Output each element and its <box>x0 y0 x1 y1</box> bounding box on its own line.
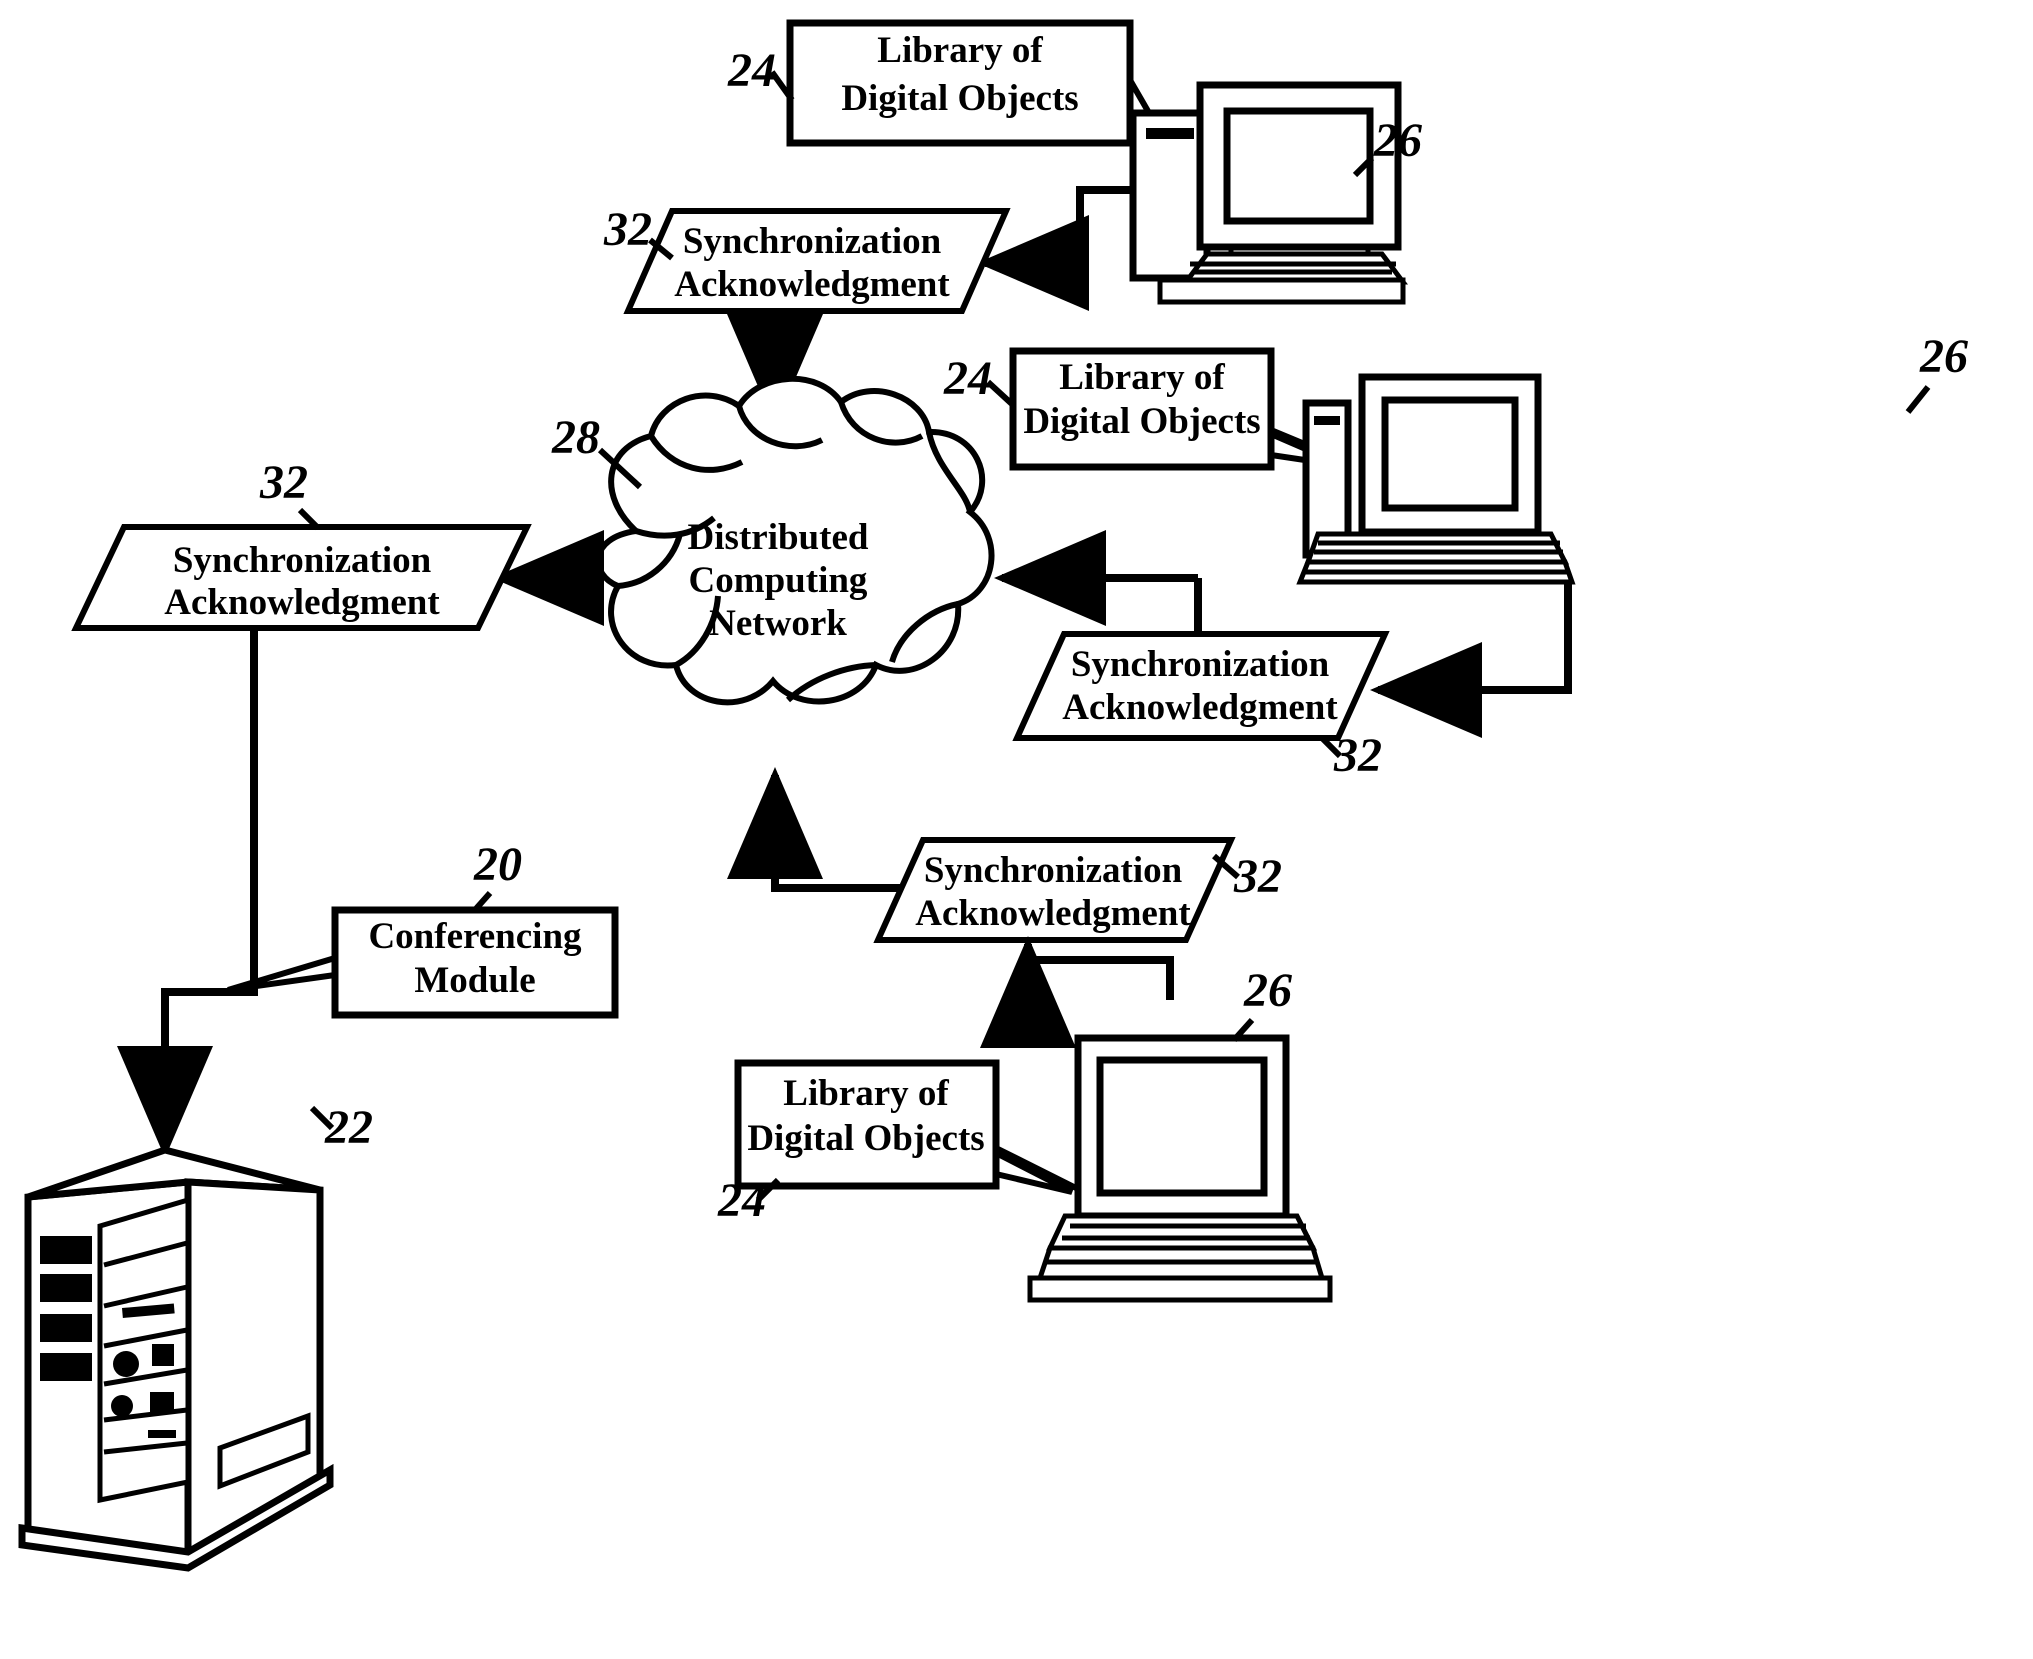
sync-right-line2: Acknowledgment <box>1062 687 1338 728</box>
library-box-bottom-line2: Digital Objects <box>747 1118 984 1159</box>
library-box-bottom: Library of Digital Objects <box>734 1059 1078 1195</box>
link-sync-bottom-to-cloud <box>727 767 900 892</box>
library-box-right-line2: Digital Objects <box>1023 401 1260 442</box>
ref-22-server: 22 <box>309 1101 373 1154</box>
library-box-right: Library of Digital Objects <box>1009 347 1350 471</box>
ref-32-left: 32 <box>259 456 321 531</box>
conferencing-module-line1: Conferencing <box>368 916 582 957</box>
sync-right-line1: Synchronization <box>1071 644 1330 685</box>
svg-text:32: 32 <box>603 203 652 256</box>
ref-26-bottom: 26 <box>1231 964 1292 1043</box>
svg-text:24: 24 <box>727 44 776 97</box>
ref-24-top: 24 <box>727 44 795 102</box>
cloud-label-line3: Network <box>709 603 847 644</box>
svg-text:28: 28 <box>551 411 600 464</box>
conferencing-module-box: Conferencing Module <box>227 906 619 1019</box>
svg-text:20: 20 <box>473 838 522 891</box>
laptop-computer-bottom <box>1027 1034 1333 1303</box>
cloud-label-line2: Computing <box>689 560 868 601</box>
svg-text:32: 32 <box>259 456 308 509</box>
sync-right: Synchronization Acknowledgment <box>1012 631 1390 741</box>
sync-top: Synchronization Acknowledgment <box>623 208 1011 314</box>
svg-text:32: 32 <box>1233 850 1282 903</box>
desktop-computer-top <box>1129 81 1408 305</box>
server-tower <box>18 1146 334 1572</box>
cloud-distributed-network: Distributed Computing Network <box>595 375 995 706</box>
library-box-top-line2: Digital Objects <box>841 78 1078 119</box>
ref-20-module: 20 <box>471 838 522 913</box>
conferencing-module-line2: Module <box>414 960 535 1001</box>
sync-left-line1: Synchronization <box>173 540 432 581</box>
cloud-label-line1: Distributed <box>688 517 869 558</box>
svg-text:26: 26 <box>1373 114 1422 167</box>
patent-figure: Library of Digital Objects 24 26 Synchro… <box>0 0 2033 1659</box>
svg-text:26: 26 <box>1243 964 1292 1017</box>
link-laptop-right-to-sync-right <box>1370 582 1572 738</box>
library-box-bottom-line1: Library of <box>783 1073 949 1114</box>
ref-26-right: 26 <box>1905 330 1968 414</box>
sync-top-line1: Synchronization <box>683 221 942 262</box>
sync-top-line2: Acknowledgment <box>674 264 950 305</box>
sync-bottom-line2: Acknowledgment <box>915 893 1191 934</box>
link-desktop-top-to-sync-top <box>977 186 1133 311</box>
library-box-top: Library of Digital Objects <box>786 19 1183 163</box>
link-sync-left-to-server <box>117 628 258 1158</box>
laptop-computer-right <box>1296 373 1576 585</box>
svg-text:26: 26 <box>1919 330 1968 383</box>
sync-bottom: Synchronization Acknowledgment <box>873 837 1236 943</box>
library-box-right-line1: Library of <box>1059 357 1225 398</box>
link-laptop-bottom-to-sync-bottom <box>980 936 1174 1048</box>
sync-bottom-line1: Synchronization <box>924 850 1183 891</box>
ref-24-right: 24 <box>943 352 1016 408</box>
diagram-canvas: Library of Digital Objects 24 26 Synchro… <box>18 19 1968 1572</box>
sync-left-line2: Acknowledgment <box>164 582 440 623</box>
library-box-top-line1: Library of <box>877 30 1043 71</box>
sync-left: Synchronization Acknowledgment <box>71 524 532 631</box>
svg-text:24: 24 <box>943 352 992 405</box>
